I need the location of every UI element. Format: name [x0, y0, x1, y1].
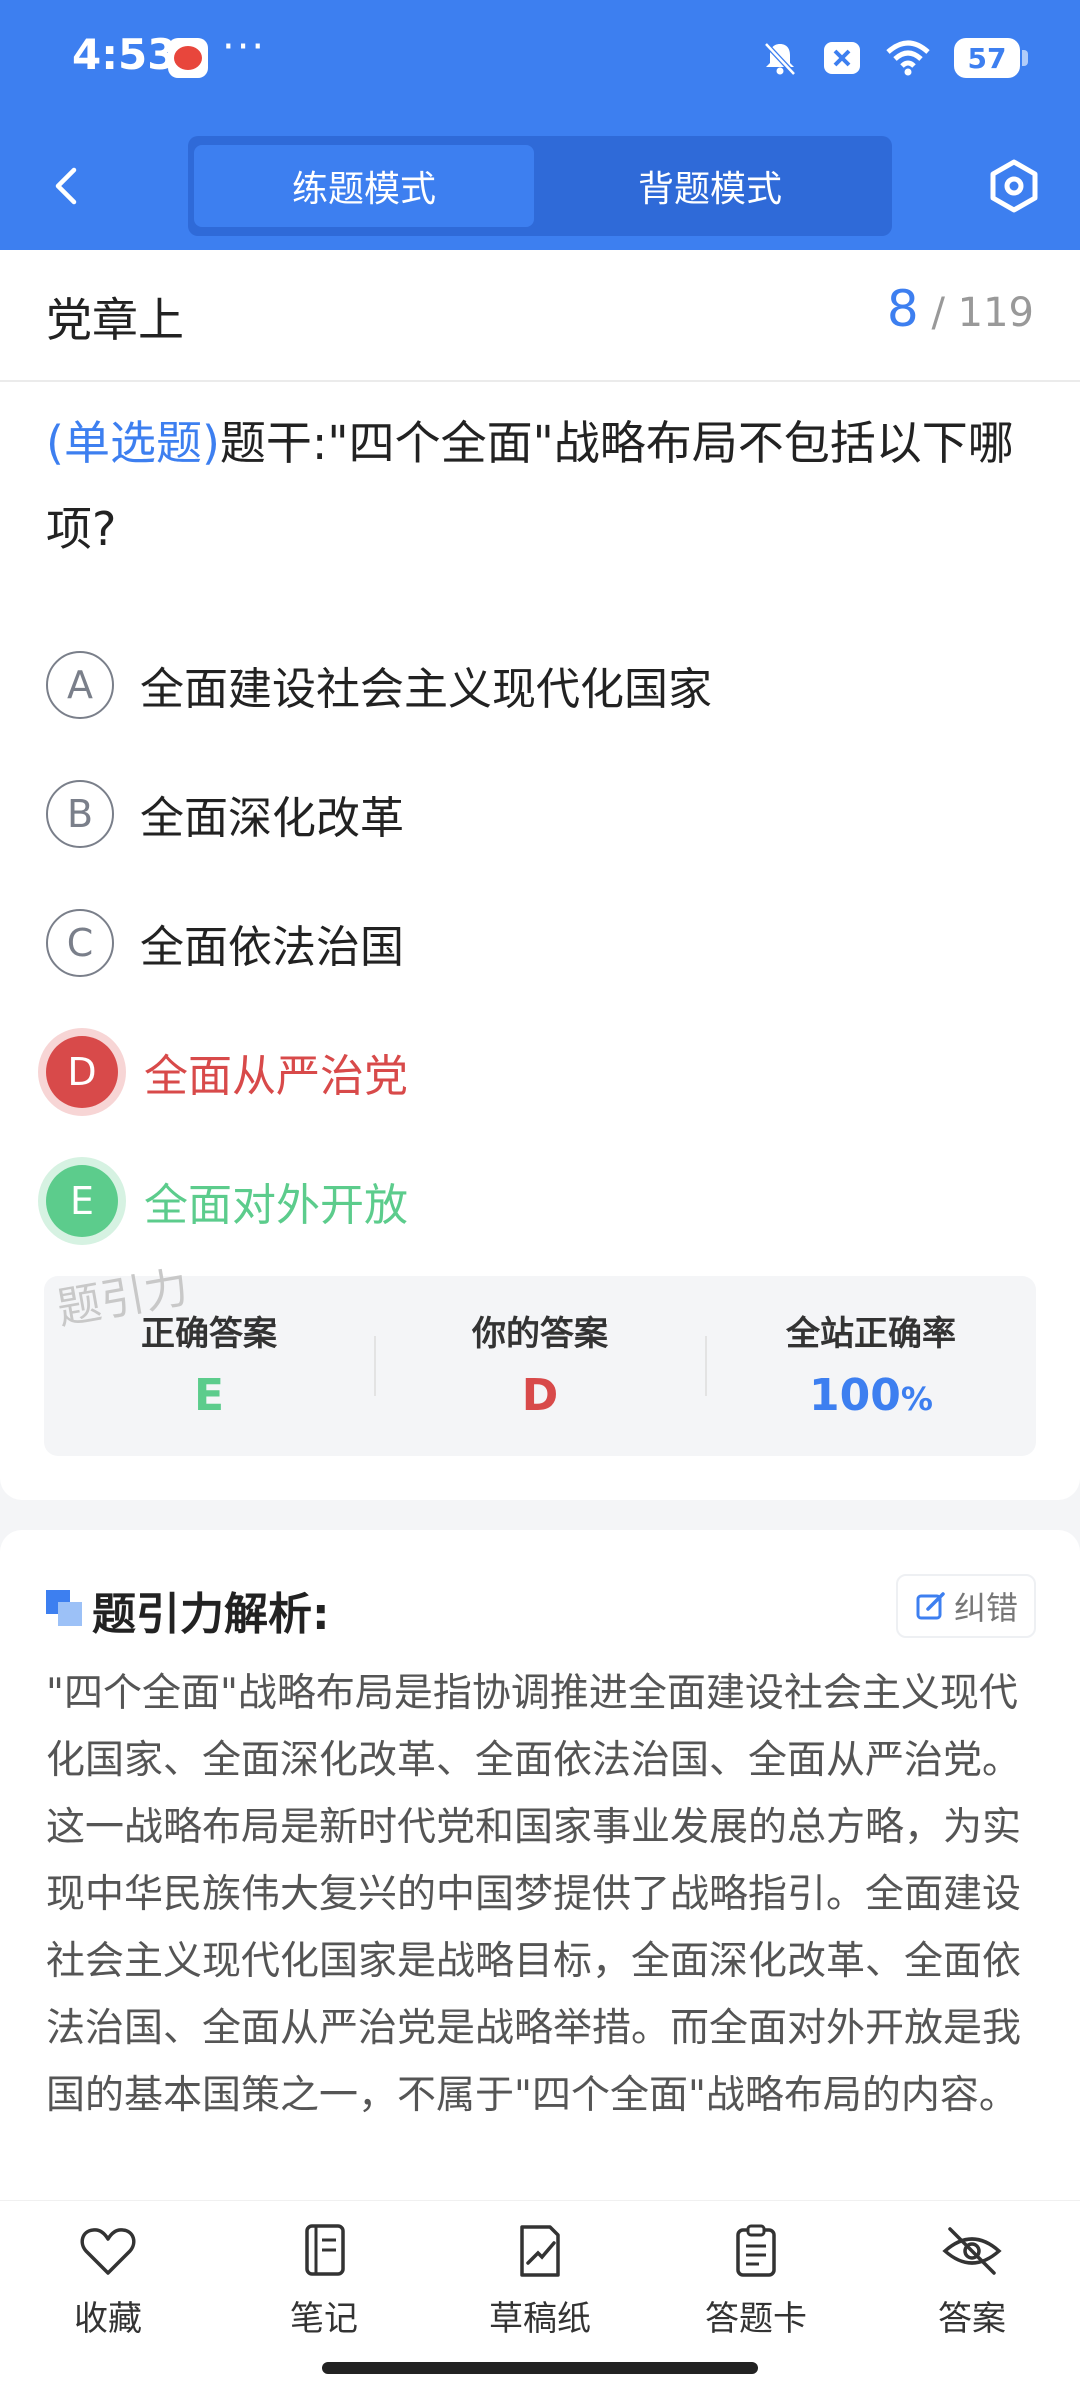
battery-icon: 57: [954, 38, 1028, 78]
option-text: 全面对外开放: [144, 1179, 408, 1231]
bell-muted-icon: [764, 42, 796, 76]
options-list: A 全面建设社会主义现代化国家 B 全面深化改革 C 全面依法治国 D 全面从严…: [46, 620, 1036, 1265]
analysis-square-icon: [46, 1590, 82, 1626]
your-answer-column: 你的答案 D: [375, 1276, 705, 1456]
option-text: 全面深化改革: [140, 792, 404, 844]
option-text: 全面建设社会主义现代化国家: [140, 663, 712, 715]
settings-icon[interactable]: [984, 156, 1044, 216]
question-card: 党章上 8 / 119 (单选题)题干:"四个全面"战略布局不包括以下哪项? A…: [0, 250, 1080, 1500]
notebook-icon: [305, 2224, 345, 2276]
correct-answer-value: E: [193, 1370, 225, 1421]
analysis-title: 题引力解析:: [92, 1589, 330, 1640]
accuracy-unit: %: [900, 1380, 933, 1418]
your-answer-value: D: [521, 1370, 559, 1421]
clipboard-icon: [736, 2224, 776, 2277]
chapter-title: 党章上: [46, 293, 184, 347]
option-letter: C: [46, 908, 114, 977]
show-answer-label: 答案: [938, 2299, 1006, 2339]
notes-button[interactable]: 笔记: [244, 2223, 404, 2343]
draft-icon: [520, 2225, 560, 2277]
option-a[interactable]: A 全面建设社会主义现代化国家: [46, 620, 1036, 749]
mode-switch: 练题模式 背题模式: [188, 136, 892, 236]
tab-recite-mode[interactable]: 背题模式: [540, 145, 880, 227]
analysis-card: 题引力解析: 纠错 "四个全面"战略布局是指协调推进全面建设社会主义现代化国家、…: [0, 1530, 1080, 2220]
accuracy-number: 100: [809, 1370, 901, 1421]
chapter-row: 党章上 8 / 119: [0, 250, 1080, 382]
more-notifications-icon: ···: [222, 24, 267, 70]
heart-icon: [80, 2228, 136, 2275]
accuracy-column: 全站正确率 100%: [706, 1276, 1036, 1456]
correct-answer-label: 正确答案: [141, 1314, 277, 1354]
option-letter: D: [46, 1035, 118, 1108]
wifi-icon: [886, 40, 930, 76]
question-progress: 8 / 119: [887, 280, 1034, 338]
app-notification-icon: [168, 38, 208, 78]
answer-summary: 题引力 正确答案 E 你的答案 D 全站正确率 100%: [44, 1262, 1036, 1456]
top-nav: 练题模式 背题模式: [0, 136, 1080, 236]
show-answer-button[interactable]: 答案: [892, 2223, 1052, 2343]
edit-icon: [916, 1592, 945, 1620]
current-question-number: 8: [886, 280, 919, 338]
status-bar: 4:53 ··· 57: [0, 0, 1080, 118]
your-answer-label: 你的答案: [472, 1314, 608, 1354]
option-b[interactable]: B 全面深化改革: [46, 749, 1036, 878]
option-d[interactable]: D 全面从严治党: [46, 1007, 1036, 1136]
correct-answer-column: 正确答案 E: [44, 1276, 374, 1456]
option-letter: E: [46, 1164, 118, 1237]
analysis-text: "四个全面"战略布局是指协调推进全面建设社会主义现代化国家、全面深化改革、全面依…: [46, 1671, 1022, 2118]
total-question-count: 119: [957, 290, 1034, 336]
report-error-label: 纠错: [953, 1589, 1018, 1627]
accuracy-label: 全站正确率: [786, 1314, 956, 1354]
answer-sheet-button[interactable]: 答题卡: [676, 2223, 836, 2343]
accuracy-value: 100%: [706, 1370, 1036, 1421]
report-error-button[interactable]: 纠错: [896, 1574, 1036, 1638]
option-text: 全面从严治党: [144, 1050, 408, 1102]
header: 4:53 ··· 57 练题模式 背题模式: [0, 0, 1080, 250]
option-c[interactable]: C 全面依法治国: [46, 878, 1036, 1007]
scratch-paper-label: 草稿纸: [489, 2299, 591, 2339]
progress-separator: /: [918, 290, 958, 336]
home-indicator[interactable]: [322, 2362, 758, 2374]
favorite-button[interactable]: 收藏: [28, 2223, 188, 2343]
favorite-label: 收藏: [74, 2299, 142, 2339]
back-arrow-icon[interactable]: [40, 158, 96, 214]
tab-practice-mode[interactable]: 练题模式: [194, 145, 534, 227]
close-badge-icon: [824, 42, 860, 74]
question-type: (单选题): [46, 416, 220, 470]
notes-label: 笔记: [290, 2299, 358, 2339]
question-stem: (单选题)题干:"四个全面"战略布局不包括以下哪项?: [46, 400, 1036, 572]
scratch-paper-button[interactable]: 草稿纸: [460, 2223, 620, 2343]
answer-sheet-label: 答题卡: [705, 2299, 807, 2339]
option-letter: B: [46, 779, 114, 848]
option-e[interactable]: E 全面对外开放: [46, 1136, 1036, 1265]
option-letter: A: [46, 650, 114, 719]
eye-off-icon: [942, 2227, 1002, 2275]
status-time: 4:53: [72, 30, 177, 79]
option-text: 全面依法治国: [140, 921, 404, 973]
